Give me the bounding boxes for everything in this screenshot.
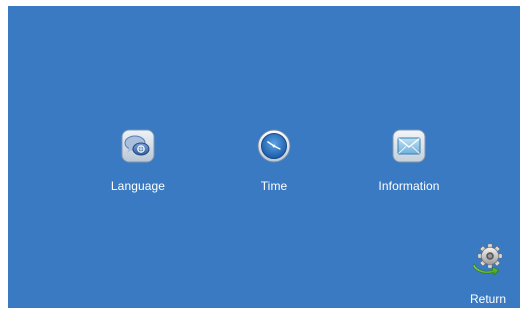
gear-return-icon — [471, 242, 505, 276]
device-frame: Language Time Information Return — [0, 0, 528, 313]
return-button[interactable]: Return — [460, 242, 516, 306]
menu-item-time[interactable]: Time — [214, 128, 334, 208]
menu-item-information[interactable]: Information — [349, 128, 469, 208]
envelope-icon — [391, 128, 427, 164]
clock-icon — [256, 128, 292, 164]
menu-item-label: Information — [378, 179, 440, 193]
menu-item-label: Time — [260, 179, 288, 193]
menu-item-label: Language — [110, 179, 166, 193]
return-label: Return — [469, 292, 507, 306]
settings-screen: Language Time Information Return — [8, 6, 520, 308]
menu-item-language[interactable]: Language — [78, 128, 198, 208]
language-chat-icon — [120, 128, 156, 164]
